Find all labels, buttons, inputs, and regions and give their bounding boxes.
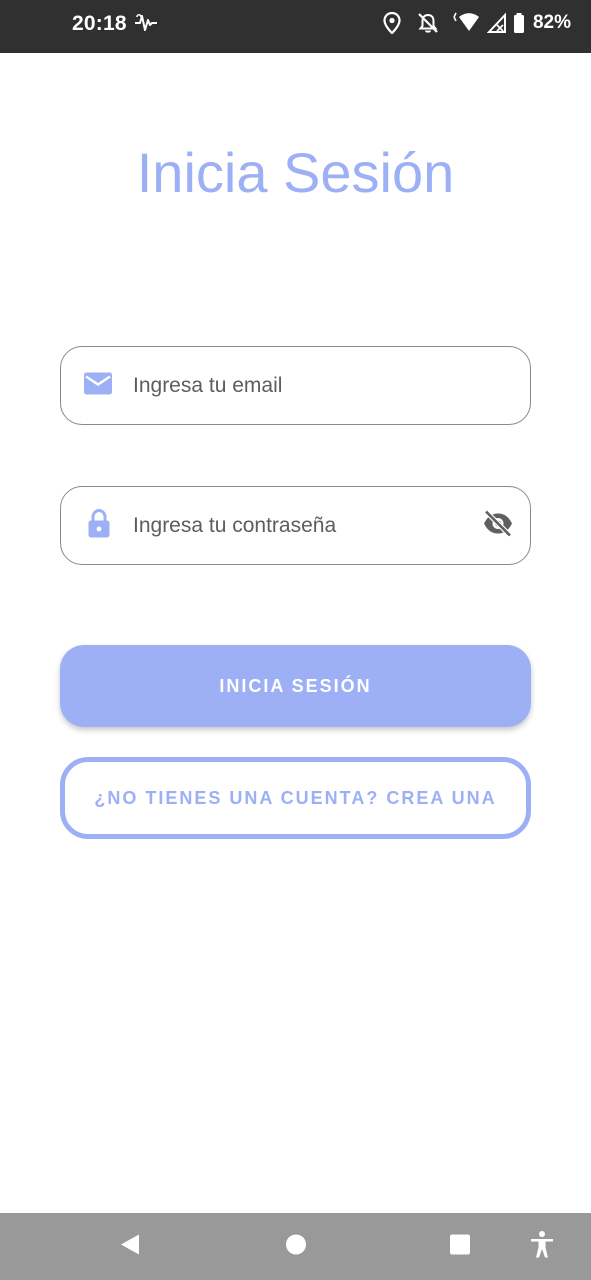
battery-percent: 82% xyxy=(532,12,571,33)
location-icon xyxy=(383,12,401,34)
email-field[interactable] xyxy=(60,346,531,425)
status-icons: 82% xyxy=(383,10,571,36)
battery-icon xyxy=(513,12,525,34)
password-field[interactable] xyxy=(60,486,531,565)
navigation-bar xyxy=(0,1213,591,1280)
wifi-icon xyxy=(451,12,481,34)
page-title: Inicia Sesión xyxy=(136,141,455,204)
signup-button[interactable]: ¿NO TIENES UNA CUENTA? CREA UNA xyxy=(60,757,531,839)
signal-icon xyxy=(486,12,507,34)
mail-icon xyxy=(83,371,113,400)
lock-icon xyxy=(87,508,111,543)
eye-off-icon[interactable] xyxy=(482,509,514,542)
home-icon[interactable] xyxy=(285,1233,307,1260)
status-bar: 20:18 82% xyxy=(0,0,591,53)
login-button[interactable]: INICIA SESIÓN xyxy=(60,645,531,727)
password-input[interactable] xyxy=(133,487,470,564)
pulse-icon xyxy=(134,12,158,34)
accessibility-icon[interactable] xyxy=(529,1230,555,1263)
notifications-off-icon xyxy=(417,12,439,34)
status-time: 20:18 xyxy=(72,12,127,35)
back-icon[interactable] xyxy=(119,1232,141,1261)
recents-icon[interactable] xyxy=(449,1233,471,1260)
email-input[interactable] xyxy=(133,347,470,424)
